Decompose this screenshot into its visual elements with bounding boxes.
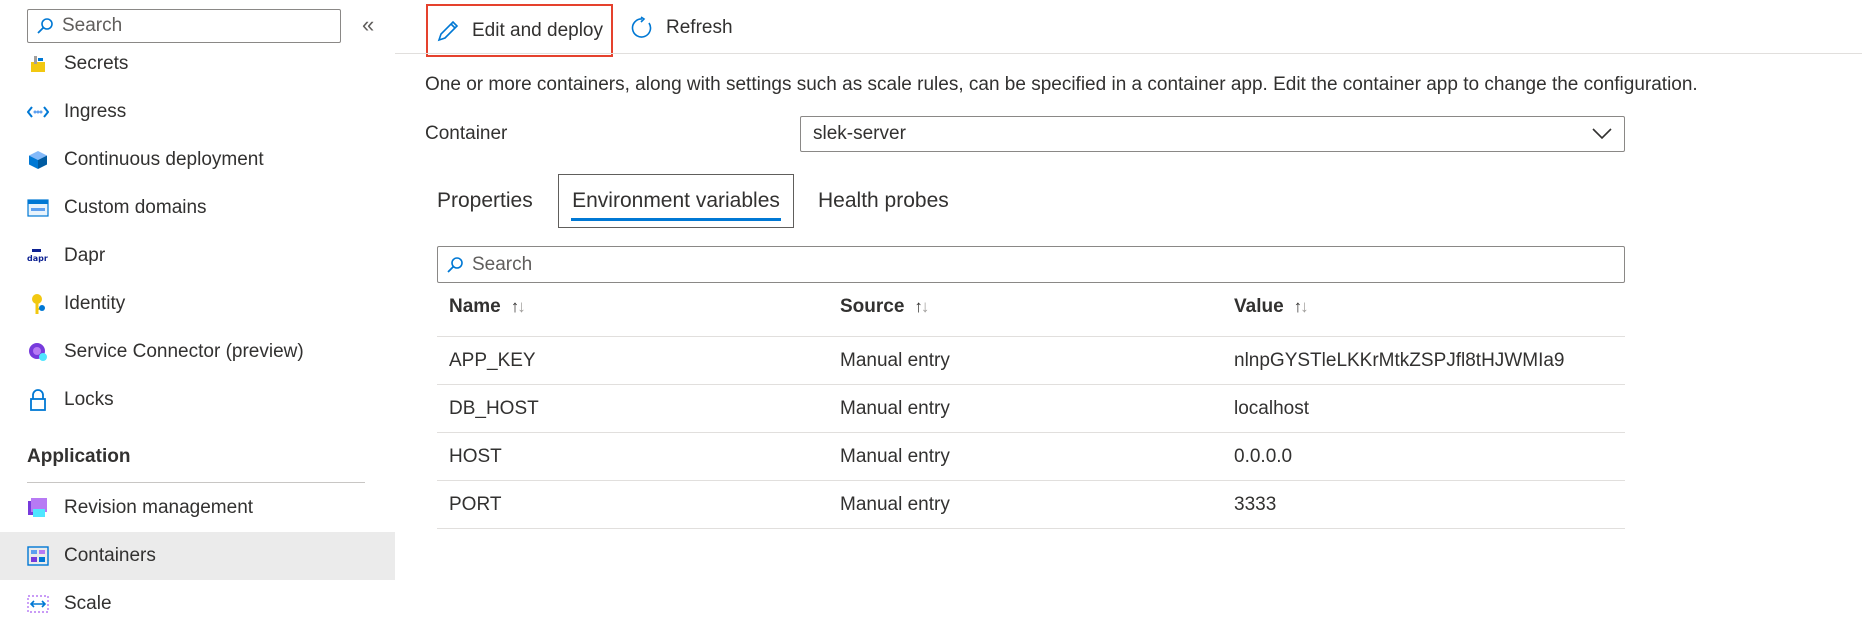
- description-text: One or more containers, along with setti…: [425, 74, 1698, 95]
- cell-name: PORT: [449, 494, 502, 515]
- refresh-label: Refresh: [666, 17, 733, 38]
- table-bottom-divider: [437, 528, 1625, 529]
- column-header-value[interactable]: Value ↑↓: [1234, 296, 1309, 318]
- table-row[interactable]: PORT Manual entry 3333: [437, 480, 1625, 529]
- cell-source: Manual entry: [840, 446, 950, 467]
- sidebar-item-ingress[interactable]: Ingress: [0, 88, 395, 136]
- sidebar-item-label: Ingress: [64, 101, 127, 122]
- chevron-down-icon: [1592, 128, 1612, 140]
- search-icon: [446, 256, 464, 274]
- tab-label: Properties: [437, 189, 533, 212]
- table-row[interactable]: HOST Manual entry 0.0.0.0: [437, 432, 1625, 481]
- service-connector-icon: [27, 341, 49, 363]
- sidebar-search-input[interactable]: Search: [27, 9, 341, 43]
- cell-source: Manual entry: [840, 398, 950, 419]
- sidebar-item-identity[interactable]: Identity: [0, 280, 395, 328]
- svg-text:dapr: dapr: [27, 254, 48, 263]
- sidebar-item-label: Continuous deployment: [64, 149, 264, 170]
- cell-name: DB_HOST: [449, 398, 539, 419]
- key-lock-icon: [27, 53, 49, 75]
- container-dropdown[interactable]: slek-server: [800, 116, 1625, 152]
- sidebar-item-label: Containers: [64, 545, 156, 566]
- sidebar-item-label: Service Connector (preview): [64, 341, 304, 362]
- table-row[interactable]: APP_KEY Manual entry nlnpGYSTleLKKrMtkZS…: [437, 336, 1625, 385]
- sidebar-item-locks[interactable]: Locks: [0, 376, 395, 424]
- toolbar-divider: [395, 53, 1862, 54]
- cell-source: Manual entry: [840, 350, 950, 371]
- tab-label: Environment variables: [572, 189, 780, 212]
- sidebar-item-continuous-deployment[interactable]: Continuous deployment: [0, 136, 395, 184]
- column-header-label: Name: [449, 296, 501, 317]
- cell-value: localhost: [1234, 398, 1309, 419]
- refresh-button[interactable]: Refresh: [630, 4, 733, 52]
- refresh-icon: [630, 16, 654, 40]
- cell-name: HOST: [449, 446, 502, 467]
- column-header-label: Source: [840, 296, 905, 317]
- column-header-source[interactable]: Source ↑↓: [840, 296, 929, 318]
- cell-name: APP_KEY: [449, 350, 536, 371]
- sidebar-item-custom-domains[interactable]: Custom domains: [0, 184, 395, 232]
- container-label: Container: [425, 123, 508, 144]
- edit-and-deploy-label: Edit and deploy: [472, 19, 603, 41]
- sidebar-item-label: Revision management: [64, 497, 254, 518]
- sidebar-group-title: Application: [27, 446, 131, 467]
- cell-value: 3333: [1234, 494, 1277, 515]
- cell-source: Manual entry: [840, 494, 950, 515]
- active-tab-indicator: [571, 218, 781, 221]
- sidebar-item-label: Custom domains: [64, 197, 207, 218]
- tab-label: Health probes: [818, 189, 949, 212]
- containers-icon: [27, 545, 49, 567]
- pencil-icon: [436, 19, 460, 43]
- scale-icon: [27, 593, 49, 615]
- table-row[interactable]: DB_HOST Manual entry localhost: [437, 384, 1625, 433]
- sidebar-item-service-connector[interactable]: Service Connector (preview): [0, 328, 395, 376]
- sort-icon: ↑↓: [510, 297, 526, 316]
- sidebar-search-placeholder: Search: [62, 15, 123, 36]
- sidebar-item-scale[interactable]: Scale: [0, 580, 395, 628]
- sidebar: Search « Secrets Ingress Continuous depl…: [0, 0, 395, 637]
- tab-environment-variables[interactable]: Environment variables: [558, 174, 794, 228]
- sidebar-item-dapr[interactable]: dapr Dapr: [0, 232, 395, 280]
- sidebar-item-label: Secrets: [64, 53, 129, 74]
- identity-key-icon: [27, 293, 49, 315]
- sidebar-item-containers[interactable]: Containers: [0, 532, 395, 580]
- tab-health-probes[interactable]: Health probes: [818, 174, 949, 228]
- sidebar-group-divider: [27, 482, 365, 483]
- container-dropdown-value: slek-server: [813, 123, 906, 144]
- sidebar-item-label: Locks: [64, 389, 114, 410]
- search-icon: [36, 17, 54, 35]
- cube-icon: [27, 149, 49, 171]
- sidebar-item-revision-management[interactable]: Revision management: [0, 484, 395, 532]
- column-header-label: Value: [1234, 296, 1284, 317]
- www-icon: [27, 197, 49, 219]
- column-header-name[interactable]: Name ↑↓: [449, 296, 526, 318]
- revision-icon: [27, 497, 49, 519]
- sort-icon: ↑↓: [914, 297, 929, 316]
- sort-icon: ↑↓: [1293, 297, 1309, 316]
- sidebar-item-label: Scale: [64, 593, 112, 614]
- tab-properties[interactable]: Properties: [437, 174, 533, 228]
- edit-and-deploy-button[interactable]: Edit and deploy: [426, 4, 613, 57]
- env-search-input[interactable]: Search: [437, 246, 1625, 283]
- sidebar-item-secrets[interactable]: Secrets: [0, 40, 395, 88]
- env-search-placeholder: Search: [472, 253, 533, 275]
- sidebar-item-label: Identity: [64, 293, 126, 314]
- collapse-sidebar-icon[interactable]: «: [362, 12, 374, 38]
- sidebar-item-label: Dapr: [64, 245, 106, 266]
- lock-icon: [27, 389, 49, 411]
- dapr-icon: dapr: [27, 245, 49, 267]
- cell-value: 0.0.0.0: [1234, 446, 1293, 467]
- cell-value: nlnpGYSTleLKKrMtkZSPJfl8tHJWMIa9: [1234, 350, 1565, 371]
- ingress-icon: [27, 101, 49, 123]
